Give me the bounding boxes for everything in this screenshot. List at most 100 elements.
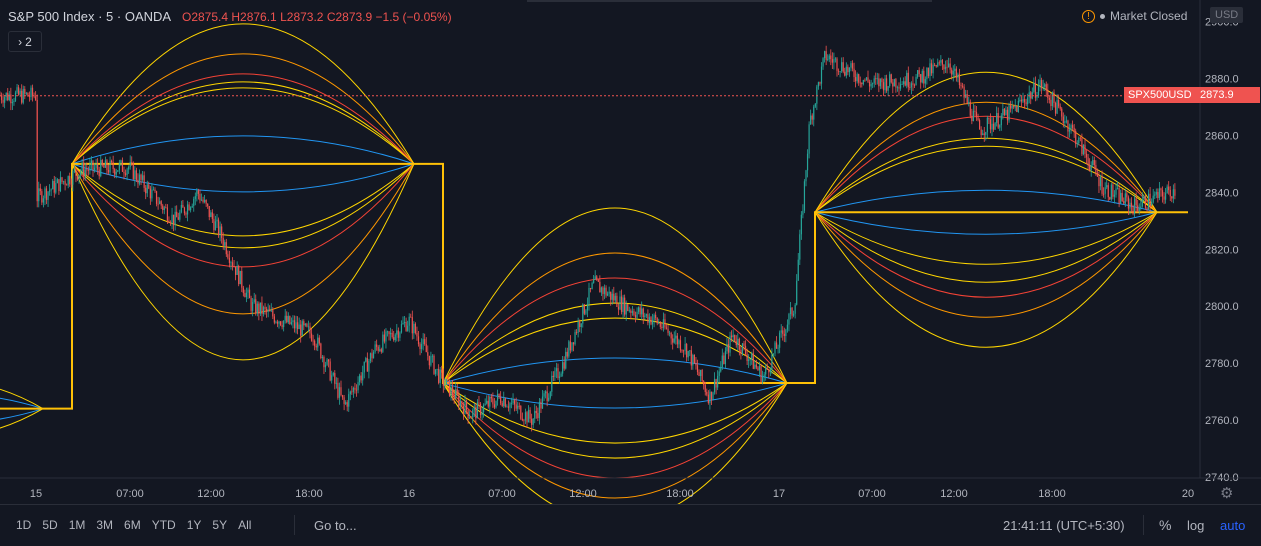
candle-body: [529, 409, 531, 419]
candle-body: [348, 394, 350, 407]
alert-circle-icon: !: [1082, 9, 1095, 23]
candle-body: [238, 265, 240, 285]
candle-body: [983, 133, 985, 135]
range-button-1y[interactable]: 1Y: [187, 518, 202, 532]
candle-body: [475, 407, 477, 419]
candle-body: [1093, 160, 1095, 166]
candle-body: [1121, 192, 1123, 202]
candle-body: [1098, 176, 1100, 187]
timezone-clock[interactable]: 21:41:11 (UTC+5:30): [1003, 518, 1125, 533]
candle-body: [135, 170, 137, 180]
candle-body: [772, 353, 775, 355]
currency-badge[interactable]: USD: [1210, 7, 1244, 23]
candle-body: [955, 68, 957, 78]
range-button-all[interactable]: All: [238, 518, 251, 532]
fib-arc: [442, 382, 788, 479]
candle-body: [1130, 202, 1133, 207]
market-status[interactable]: ! Market Closed: [1082, 9, 1187, 23]
price-axis[interactable]: 2900.02880.02860.02840.02820.02800.02780…: [1199, 0, 1239, 484]
candle-body: [723, 355, 725, 364]
candle-body: [946, 66, 948, 68]
candle-body: [470, 417, 472, 419]
candle-body: [569, 341, 571, 351]
market-status-label: Market Closed: [1110, 9, 1188, 23]
fib-speed-resistance-arcs[interactable]: [0, 23, 1158, 524]
candle-body: [431, 355, 434, 357]
candle-body: [951, 69, 953, 75]
candle-body: [101, 160, 103, 166]
candle-body: [858, 74, 860, 83]
fib-arc: [0, 397, 44, 410]
candle-body: [298, 324, 300, 330]
candle-body: [1072, 125, 1074, 128]
candle-body: [382, 334, 384, 352]
candle-body: [957, 74, 959, 78]
candle-body: [222, 237, 224, 246]
candle-body: [340, 387, 342, 396]
candle-body: [661, 326, 663, 328]
candle-body: [927, 67, 930, 77]
open-label: O: [181, 10, 192, 24]
candle-body: [36, 100, 38, 202]
range-button-5y[interactable]: 5Y: [212, 518, 227, 532]
candle-body: [868, 81, 871, 87]
candle-body: [253, 299, 255, 303]
auto-scale-toggle[interactable]: auto: [1220, 518, 1245, 533]
candle-body: [483, 404, 485, 413]
range-button-6m[interactable]: 6M: [124, 518, 141, 532]
chart-canvas[interactable]: 2900.02880.02860.02840.02820.02800.02780…: [0, 0, 1261, 545]
candle-body: [566, 351, 568, 357]
indicators-toggle-button[interactable]: › 2: [8, 31, 42, 52]
fib-arc: [0, 388, 44, 410]
candle-body: [66, 184, 68, 186]
candle-body: [179, 212, 181, 220]
candle-body: [1120, 192, 1122, 204]
candle-body: [638, 307, 640, 312]
symbol-title[interactable]: S&P 500 Index · 5 · OANDA: [8, 9, 170, 24]
fib-arc: [71, 163, 415, 268]
candle-body: [1140, 206, 1142, 208]
range-button-5d[interactable]: 5D: [42, 518, 57, 532]
candle-body: [1110, 184, 1112, 200]
candle-body: [1073, 127, 1075, 131]
candle-body: [421, 344, 423, 350]
log-scale-toggle[interactable]: log: [1187, 518, 1204, 533]
candle-body: [1006, 109, 1009, 121]
candle-body: [605, 287, 607, 296]
percent-scale-toggle[interactable]: %: [1159, 517, 1171, 533]
candle-body: [1158, 188, 1160, 198]
range-button-1m[interactable]: 1M: [69, 518, 86, 532]
gear-icon[interactable]: ⚙: [1220, 484, 1233, 502]
candle-body: [944, 66, 947, 70]
time-tick-label: 07:00: [488, 488, 516, 500]
price-tick-label: 2860.0: [1205, 130, 1239, 142]
candle-body: [414, 323, 416, 333]
candle-body: [411, 317, 413, 334]
candle-body: [830, 55, 832, 60]
candle-body: [31, 87, 34, 96]
candle-body: [267, 309, 269, 312]
candle-body: [320, 343, 322, 359]
candle-body: [713, 379, 716, 393]
range-button-3m[interactable]: 3M: [96, 518, 113, 532]
candle-body: [867, 77, 869, 82]
range-button-ytd[interactable]: YTD: [152, 518, 176, 532]
range-button-1d[interactable]: 1D: [16, 518, 31, 532]
candle-body: [165, 207, 167, 209]
candle-body: [383, 334, 385, 342]
candle-body: [740, 349, 742, 354]
candle-body: [379, 349, 381, 351]
candlestick-series[interactable]: [0, 45, 1176, 432]
candle-body: [1059, 106, 1061, 109]
fib-arc: [442, 302, 788, 384]
candle-body: [664, 319, 666, 328]
go-to-date-button[interactable]: Go to...: [314, 518, 357, 533]
candle-body: [504, 398, 506, 407]
candle-body: [438, 368, 440, 383]
candle-body: [422, 339, 424, 345]
candle-body: [887, 86, 889, 91]
fib-arc: [814, 211, 1158, 265]
candle-body: [588, 288, 590, 305]
candle-body: [517, 405, 519, 409]
candle-body: [281, 324, 283, 328]
